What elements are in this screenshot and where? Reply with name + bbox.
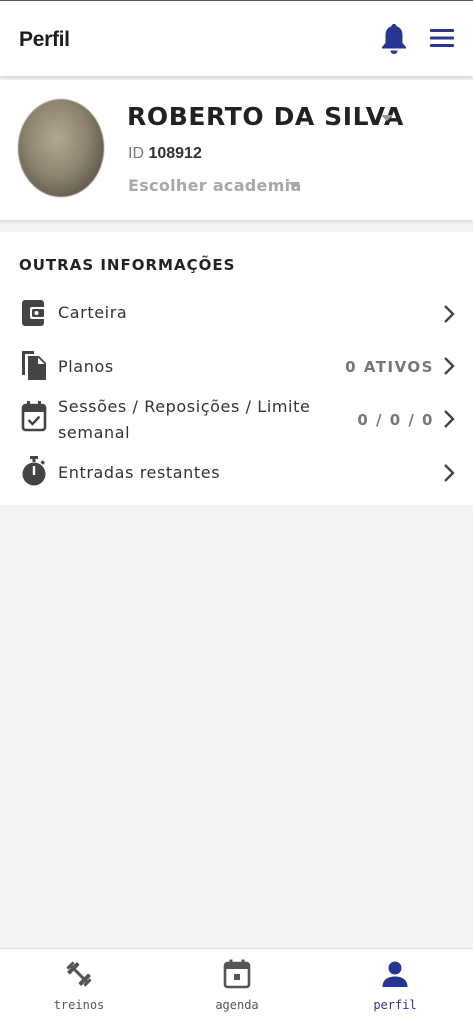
chevron-right-icon bbox=[441, 304, 457, 324]
plans-value: 0 ATIVOS bbox=[345, 358, 434, 376]
list-item-label: Planos bbox=[58, 357, 114, 376]
list-item-wallet[interactable]: Carteira bbox=[0, 294, 473, 334]
stopwatch-icon bbox=[20, 455, 48, 487]
caret-down-icon[interactable] bbox=[288, 182, 300, 188]
bell-icon[interactable] bbox=[380, 21, 408, 55]
documents-icon bbox=[20, 348, 48, 380]
list-item-label: Carteira bbox=[58, 303, 128, 322]
profile-card: ROBERTO DA SILVA ID 108912 Escolher acad… bbox=[0, 80, 473, 220]
nav-item-perfil[interactable]: perfil bbox=[335, 949, 455, 1024]
nav-item-treinos[interactable]: treinos bbox=[19, 949, 139, 1024]
caret-down-icon[interactable] bbox=[381, 115, 393, 121]
calendar-check-icon bbox=[20, 400, 48, 432]
list-item-remaining-entries[interactable]: Entradas restantes bbox=[0, 454, 473, 494]
nav-label: perfil bbox=[373, 998, 417, 1012]
id-label: ID bbox=[128, 145, 144, 162]
page-title: Perfil bbox=[19, 28, 70, 51]
list-item-label: Entradas restantes bbox=[58, 463, 221, 482]
nav-item-agenda[interactable]: agenda bbox=[177, 949, 297, 1024]
calendar-icon bbox=[222, 959, 252, 989]
gym-select[interactable]: Escolher academia bbox=[128, 176, 302, 195]
user-name[interactable]: ROBERTO DA SILVA bbox=[127, 102, 404, 131]
chevron-right-icon bbox=[441, 463, 457, 483]
id-value: 108912 bbox=[148, 145, 202, 162]
list-item-sessions[interactable]: Sessões / Reposições / Limite semanal 0 … bbox=[0, 394, 473, 450]
top-bar: Perfil bbox=[0, 0, 473, 76]
user-id: ID 108912 bbox=[128, 145, 202, 163]
sessions-value: 0 / 0 / 0 bbox=[357, 411, 434, 429]
hamburger-menu-icon[interactable] bbox=[429, 27, 455, 49]
bottom-navigation: treinos agenda perfil bbox=[0, 948, 473, 1024]
section-heading: OUTRAS INFORMAÇÕES bbox=[19, 256, 236, 274]
avatar[interactable] bbox=[18, 99, 104, 197]
person-icon bbox=[380, 959, 410, 989]
list-item-plans[interactable]: Planos 0 ATIVOS bbox=[0, 346, 473, 386]
list-item-label: Sessões / Reposições / Limite semanal bbox=[58, 394, 310, 446]
list-item-label-line1: Sessões / Reposições / Limite bbox=[58, 397, 311, 416]
other-info-section: OUTRAS INFORMAÇÕES Carteira Planos 0 ATI… bbox=[0, 232, 473, 505]
dumbbell-icon bbox=[64, 959, 94, 989]
chevron-right-icon bbox=[441, 356, 457, 376]
nav-label: agenda bbox=[215, 998, 259, 1012]
chevron-right-icon bbox=[441, 409, 457, 429]
wallet-icon bbox=[20, 298, 48, 330]
list-item-label-line2: semanal bbox=[58, 423, 131, 442]
nav-label: treinos bbox=[53, 998, 105, 1012]
